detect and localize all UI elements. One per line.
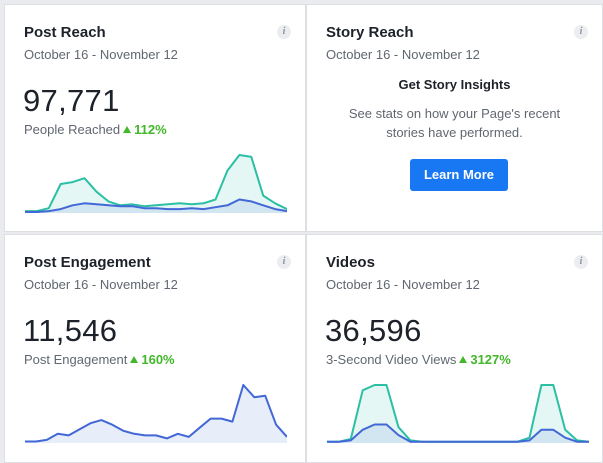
date-range: October 16 - November 12 bbox=[24, 277, 178, 292]
delta-percent: 160% bbox=[141, 352, 175, 367]
date-range: October 16 - November 12 bbox=[24, 47, 178, 62]
metric-label: Post Engagement bbox=[24, 352, 128, 367]
metric-label: 3-Second Video Views bbox=[326, 352, 457, 367]
info-icon[interactable]: i bbox=[277, 255, 291, 269]
videos-card[interactable]: Videos i October 16 - November 12 36,596… bbox=[306, 234, 603, 463]
arrow-up-icon bbox=[459, 356, 468, 363]
metric-value: 97,771 bbox=[23, 83, 120, 118]
info-icon[interactable]: i bbox=[574, 25, 588, 39]
post-engagement-card[interactable]: Post Engagement i October 16 - November … bbox=[4, 234, 306, 463]
metric-row: 3-Second Video Views 3127% bbox=[326, 352, 511, 367]
story-description: See stats on how your Page's recent stor… bbox=[348, 106, 561, 140]
post-reach-card[interactable]: Post Reach i October 16 - November 12 97… bbox=[4, 4, 306, 232]
date-range: October 16 - November 12 bbox=[326, 47, 480, 62]
card-title: Story Reach bbox=[326, 24, 414, 41]
story-heading: Get Story Insights bbox=[398, 77, 511, 92]
card-title[interactable]: Videos bbox=[326, 254, 375, 271]
metric-row: People Reached 112% bbox=[24, 122, 167, 137]
card-title[interactable]: Post Engagement bbox=[24, 254, 151, 271]
arrow-up-icon bbox=[130, 356, 139, 363]
info-icon[interactable]: i bbox=[574, 255, 588, 269]
delta-percent: 112% bbox=[134, 122, 167, 137]
arrow-up-icon bbox=[123, 126, 132, 133]
insights-grid: Post Reach i October 16 - November 12 97… bbox=[0, 0, 603, 463]
post-engagement-sparkline bbox=[25, 384, 287, 443]
card-title[interactable]: Post Reach bbox=[24, 24, 106, 41]
post-reach-sparkline bbox=[25, 154, 287, 213]
metric-value: 11,546 bbox=[23, 313, 118, 348]
info-icon[interactable]: i bbox=[277, 25, 291, 39]
learn-more-button[interactable]: Learn More bbox=[410, 159, 508, 191]
story-reach-card: Story Reach i October 16 - November 12 G… bbox=[306, 4, 603, 232]
delta-percent: 3127% bbox=[470, 352, 511, 367]
metric-value: 36,596 bbox=[325, 313, 422, 348]
videos-sparkline bbox=[327, 384, 589, 443]
date-range: October 16 - November 12 bbox=[326, 277, 480, 292]
metric-label: People Reached bbox=[24, 122, 121, 137]
metric-row: Post Engagement 160% bbox=[24, 352, 175, 367]
